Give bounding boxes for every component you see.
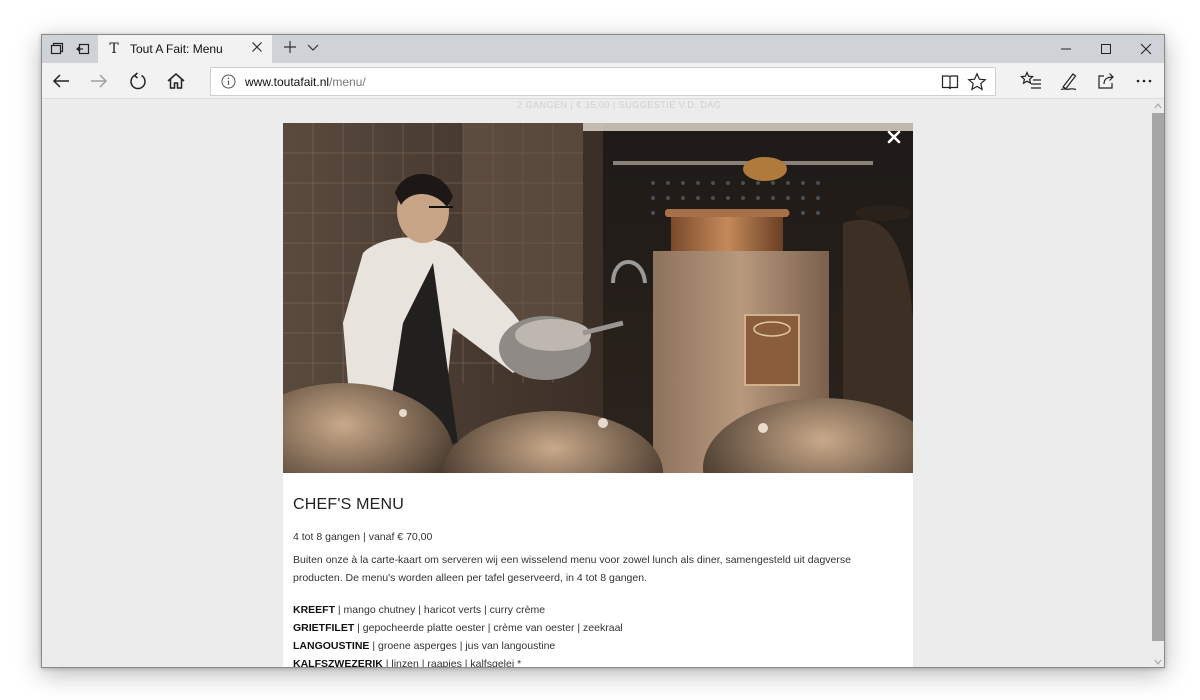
menu-subtitle: 4 tot 8 gangen | vanaf € 70,00 [293, 531, 433, 543]
favorites-list-icon[interactable] [1017, 67, 1045, 95]
list-item: KALFSZWEZERIK | linzen | raapjes | kalfs… [293, 655, 893, 668]
set-aside-tabs-icon[interactable] [74, 40, 92, 58]
close-modal-icon[interactable] [885, 129, 903, 147]
menu-description: Buiten onze à la carte-kaart om serveren… [293, 554, 851, 584]
background-menu-line: 2 GANGEN | € 35,00 | SUGGESTIE V.D. DAG [517, 100, 722, 110]
tab-title: Tout A Fait: Menu [130, 42, 223, 56]
close-window-icon[interactable] [1126, 35, 1164, 63]
dish-name: LANGOUSTINE [293, 640, 370, 652]
info-icon[interactable] [221, 74, 236, 89]
scroll-up-icon[interactable] [1153, 101, 1163, 111]
home-icon[interactable] [162, 67, 190, 95]
tab-preview-icon[interactable] [48, 40, 66, 58]
dish-details: | gepocheerde platte oester | crème van … [354, 622, 623, 634]
dish-details: | groene asperges | jus van langoustine [369, 640, 556, 652]
more-icon[interactable] [1130, 67, 1158, 95]
close-tab-icon[interactable] [250, 41, 264, 55]
url-text[interactable]: www.toutafait.nl/menu/ [245, 75, 366, 89]
url-path: /menu/ [329, 75, 366, 89]
url-domain: www.toutafait.nl [245, 75, 330, 89]
share-icon[interactable] [1092, 67, 1120, 95]
menu-modal: CHEF'S MENU 4 tot 8 gangen | vanaf € 70,… [283, 123, 913, 668]
star-icon[interactable] [967, 72, 987, 92]
minimize-icon[interactable] [1046, 35, 1086, 63]
scroll-down-icon[interactable] [1153, 657, 1163, 667]
dish-name: GRIETFILET [293, 622, 355, 634]
dish-name: KREEFT [293, 604, 335, 616]
address-bar[interactable]: www.toutafait.nl/menu/ [210, 67, 996, 96]
menu-title: CHEF'S MENU [293, 496, 405, 513]
list-item: KREEFT | mango chutney | haricot verts |… [293, 601, 893, 619]
scrollbar-thumb[interactable] [1152, 113, 1164, 641]
navigation-bar: www.toutafait.nl/menu/ [42, 63, 1164, 99]
forward-arrow-icon[interactable] [85, 67, 113, 95]
chevron-down-icon[interactable] [306, 40, 324, 58]
page-content: 2 GANGEN | € 35,00 | SUGGESTIE V.D. DAG [42, 99, 1150, 668]
tab-active[interactable]: T Tout A Fait: Menu [98, 35, 272, 63]
list-item: LANGOUSTINE | groene asperges | jus van … [293, 637, 893, 655]
refresh-icon[interactable] [124, 67, 152, 95]
back-arrow-icon[interactable] [47, 67, 75, 95]
dish-name: KALFSZWEZERIK [293, 658, 383, 668]
maximize-icon[interactable] [1086, 35, 1126, 63]
browser-window: T Tout A Fait: Menu www.toutafait.nl/men… [41, 34, 1165, 668]
tab-bar: T Tout A Fait: Menu [42, 35, 1164, 63]
dish-list: KREEFT | mango chutney | haricot verts |… [293, 601, 893, 668]
site-favicon-icon: T [109, 41, 119, 57]
dish-details: | mango chutney | haricot verts | curry … [335, 604, 546, 616]
reading-view-icon[interactable] [941, 73, 959, 91]
list-item: GRIETFILET | gepocheerde platte oester |… [293, 619, 893, 637]
vertical-scrollbar[interactable] [1150, 99, 1164, 667]
pen-icon[interactable] [1055, 67, 1083, 95]
chef-kitchen-photo [283, 123, 913, 473]
dish-details: | linzen | raapjes | kalfsgelei * [382, 658, 522, 668]
new-tab-icon[interactable] [280, 38, 300, 58]
